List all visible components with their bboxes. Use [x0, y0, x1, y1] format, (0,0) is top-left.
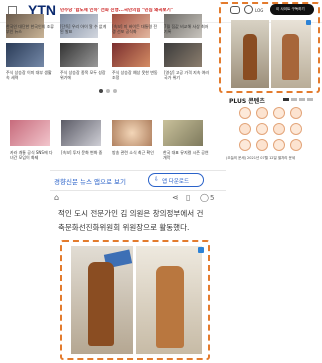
news-title-8[interactable]: [영상] 고공 가격 지속 여러 국가 위기	[164, 70, 212, 80]
ad-dress-left	[243, 34, 257, 80]
news-thumb-9[interactable]	[10, 120, 50, 146]
ad-bottom-dress-right	[156, 266, 184, 348]
share-icon[interactable]: ⋖	[172, 193, 179, 202]
ad-dress-right	[282, 34, 299, 80]
zodiac-virgo-icon[interactable]	[256, 123, 268, 135]
ad-image-right[interactable]	[271, 20, 311, 88]
app-download-label: 앱 다운로드	[162, 179, 190, 185]
app-download-button[interactable]: ⇩ 앱 다운로드	[148, 173, 204, 187]
plus-title: PLUS 콘텐츠	[229, 98, 265, 105]
news-title-2[interactable]: [단독] 우리 아이 알 수 없게 된 발표	[60, 24, 108, 34]
news-title-10[interactable]: [속보] 투자 문화 변화 중	[61, 150, 107, 155]
news-thumb-11[interactable]	[112, 120, 152, 146]
news-title-4[interactable]: 7월 집값 비교해 사상 최저 기록	[164, 24, 212, 34]
zodiac-scorpio-icon[interactable]	[290, 123, 302, 135]
app-banner: 경향신문 뉴스 앱으로 보기 ⇩ 앱 다운로드	[50, 170, 226, 191]
ad-image-left[interactable]	[231, 20, 269, 88]
news-title-12[interactable]: 한국 대표 뮤지컬 시즌 공연 개막	[163, 150, 209, 160]
news-title-9[interactable]: 카라 개통 공식 SNS에 다녀간 모임이 화제	[10, 150, 56, 160]
article-toolbar: ⌂ ⋖ ▯ ◯ 5	[50, 192, 226, 206]
zodiac-aquarius-icon[interactable]	[273, 139, 285, 151]
zodiac-pisces-icon[interactable]	[290, 139, 302, 151]
news-thumb-5[interactable]	[6, 43, 44, 67]
ad-image-bottom-left[interactable]	[71, 246, 133, 354]
zodiac-capricorn-icon[interactable]	[256, 139, 268, 151]
plus-pager-active[interactable]	[283, 98, 289, 101]
ad-info-icon-bottom[interactable]	[198, 247, 204, 253]
carousel-dot[interactable]	[106, 89, 110, 93]
zodiac-gemini-icon[interactable]	[273, 107, 285, 119]
ad-image-bottom-right[interactable]	[136, 246, 202, 354]
news-title-3[interactable]: [속보] 미 바이든 대통령 전쟁 선포 공식화	[112, 24, 160, 34]
news-thumb-12[interactable]	[163, 120, 203, 146]
plus-pager[interactable]	[299, 98, 305, 101]
news-thumb-10[interactable]	[61, 120, 101, 146]
ad-bottom-dress-left	[88, 262, 114, 346]
plus-pager[interactable]	[307, 98, 313, 101]
zodiac-aries-icon[interactable]	[239, 107, 251, 119]
article-line-1: 적인 도시 전문가인 김 의원은 창의정부에서 건	[58, 209, 204, 218]
news-title-6[interactable]: 주식 상승장 종목 모두 성장 위기에	[60, 70, 108, 80]
plus-caption[interactable]: (오늘의 운세) 2021년 07월 12일 별자리 운세	[226, 156, 318, 161]
news-title-1[interactable]: 한국인 대단한 한국인의 조류 부인 뉴스	[6, 24, 54, 34]
home-icon[interactable]: ⌂	[54, 193, 59, 202]
news-title-7[interactable]: 주식 상승장 예상 못한 변동 조정	[112, 70, 160, 80]
zodiac-libra-icon[interactable]	[273, 123, 285, 135]
article-line-2: 축문화선진화위원회 위원장으로 활동했다.	[58, 223, 190, 232]
zodiac-cancer-icon[interactable]	[290, 107, 302, 119]
zodiac-sagittarius-icon[interactable]	[239, 139, 251, 151]
news-title-11[interactable]: 방송 관련 소식 최근 확인	[112, 150, 158, 155]
ad-info-icon[interactable]	[306, 20, 311, 25]
news-thumb-6[interactable]	[60, 43, 98, 67]
bookmark-icon[interactable]: ▯	[186, 193, 190, 202]
news-title-5[interactable]: 주식 상승장 이미 대부 생활 속 세력	[6, 70, 54, 80]
carousel-dot-active[interactable]	[99, 89, 103, 93]
plus-pager[interactable]	[291, 98, 297, 101]
news-thumb-8[interactable]	[164, 43, 202, 67]
comment-icon[interactable]: ◯	[200, 193, 209, 202]
carousel-dot[interactable]	[113, 89, 117, 93]
news-thumb-7[interactable]	[112, 43, 150, 67]
header-headline[interactable]: 민주당 '합도세 인하' 전화 진행...국민의힘 "민심 왜곡보기"	[60, 8, 208, 13]
app-banner-text: 경향신문 뉴스 앱으로 보기	[54, 178, 126, 186]
zodiac-taurus-icon[interactable]	[256, 107, 268, 119]
comment-count[interactable]: 5	[210, 194, 214, 202]
zodiac-leo-icon[interactable]	[239, 123, 251, 135]
download-icon: ⇩	[154, 176, 160, 183]
